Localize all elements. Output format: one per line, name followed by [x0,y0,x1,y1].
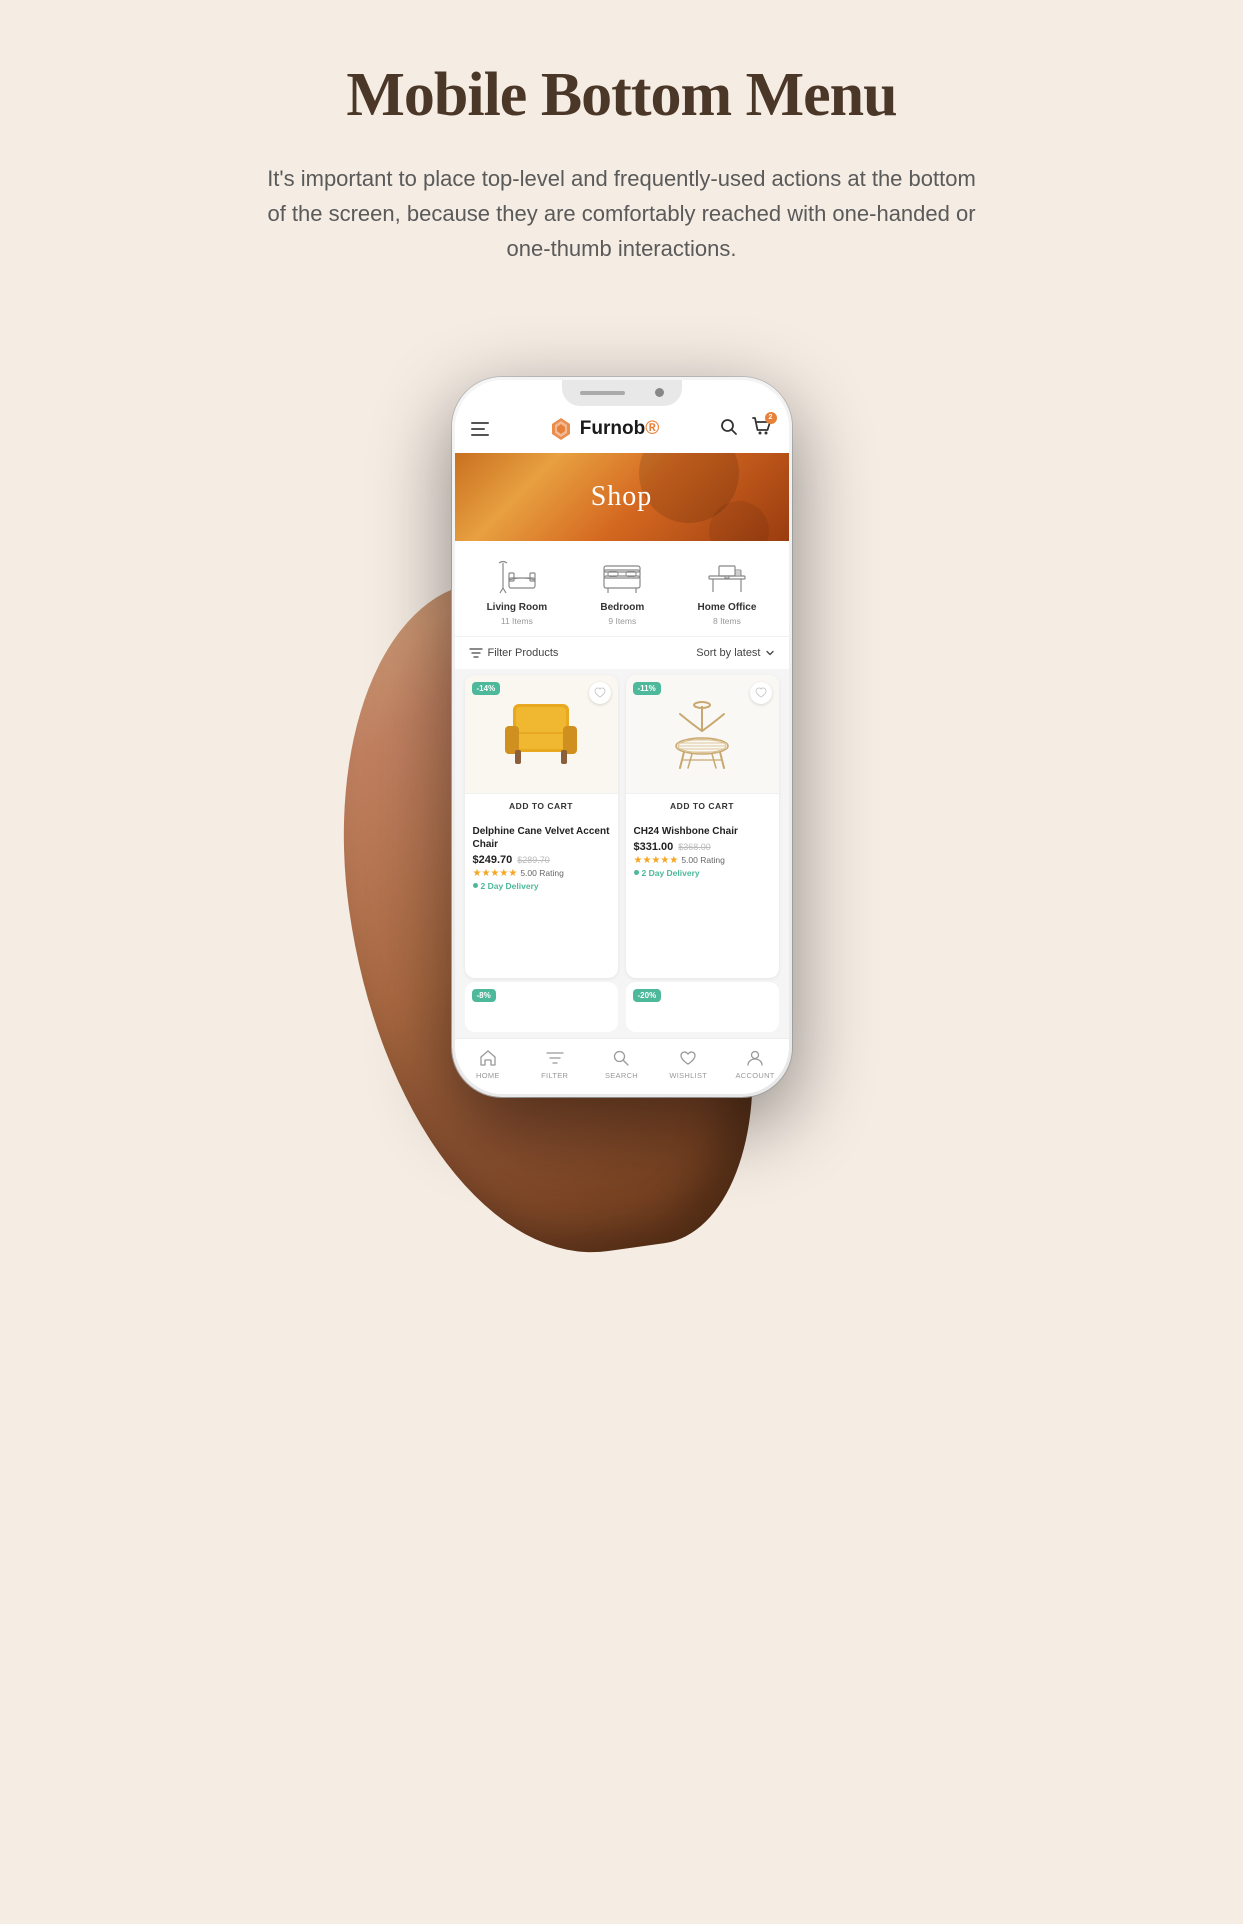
stars-2: ★★★★★ [634,855,679,866]
nav-wishlist[interactable]: WISHLIST [663,1047,713,1080]
category-bedroom[interactable]: Bedroom 9 Items [595,555,649,626]
furnob-logo-icon [548,416,574,442]
product-old-price-2: $368.00 [678,842,711,852]
living-room-icon [490,555,544,599]
page-title: Mobile Bottom Menu [346,60,896,131]
home-office-icon [700,555,754,599]
product-image-2 [662,696,742,771]
discount-badge-1: -14% [472,682,501,695]
phone-speaker [580,391,625,395]
product-card-2: -11% [626,675,779,978]
filter-nav-icon [544,1047,566,1069]
category-living-room[interactable]: Living Room 11 Items [487,555,548,626]
app-logo: Furnob® [548,416,659,442]
nav-search-label: SEARCH [605,1071,638,1080]
nav-account-label: ACCOUNT [735,1071,774,1080]
nav-home-label: HOME [476,1071,500,1080]
account-nav-icon [744,1047,766,1069]
app-name: Furnob® [580,418,659,440]
wishlist-btn-2[interactable] [750,682,772,704]
partial-discount-2: -20% [633,989,662,1002]
delivery-dot-1 [473,883,478,888]
add-to-cart-btn-1[interactable]: ADD TO CART [465,793,618,818]
product-name-2: CH24 Wishbone Chair [634,825,771,838]
home-office-count: 8 Items [713,616,741,626]
home-office-label: Home Office [697,602,756,613]
discount-badge-2: -11% [633,682,661,695]
product-image-1 [501,696,581,771]
shop-banner: Shop [455,453,789,541]
living-room-label: Living Room [487,602,548,613]
nav-wishlist-label: WISHLIST [669,1071,707,1080]
cart-badge: 2 [765,412,777,424]
stars-1: ★★★★★ [473,868,518,879]
phone-device: Furnob® [452,377,792,1097]
product-price-2: $331.00 [634,841,674,853]
heart-icon-2 [755,687,767,699]
chevron-down-icon [765,648,775,658]
nav-account[interactable]: ACCOUNT [730,1047,780,1080]
heart-icon-1 [594,687,606,699]
product-name-1: Delphine Cane Velvet Accent Chair [473,825,610,851]
home-icon [477,1047,499,1069]
cart-icon[interactable]: 2 [751,416,773,443]
page-subtitle: It's important to place top-level and fr… [262,161,982,267]
shop-banner-title: Shop [591,481,653,513]
partial-card-1: -8% [465,982,618,1032]
product-price-1: $249.70 [473,854,513,866]
bedroom-label: Bedroom [600,602,644,613]
filter-label: Filter Products [488,647,559,659]
nav-search[interactable]: SEARCH [596,1047,646,1080]
wishlist-btn-1[interactable] [589,682,611,704]
delivery-tag-2: 2 Day Delivery [642,868,700,878]
phone-camera [655,388,664,397]
product-card-1: -14% [465,675,618,978]
partial-card-2: -20% [626,982,779,1032]
search-icon[interactable] [719,417,739,442]
categories-section: Living Room 11 Items [455,541,789,637]
delivery-dot-2 [634,870,639,875]
sort-dropdown[interactable]: Sort by latest [696,647,774,659]
search-nav-icon [610,1047,632,1069]
bottom-nav: HOME FILTER [455,1038,789,1094]
products-grid: -14% [455,669,789,982]
filter-icon [469,646,483,660]
partial-products-row: -8% -20% [455,982,789,1038]
delivery-tag-1: 2 Day Delivery [481,881,539,891]
rating-label-2: 5.00 Rating [681,855,724,865]
menu-icon[interactable] [471,422,489,436]
nav-home[interactable]: HOME [463,1047,513,1080]
phone-notch [562,380,682,406]
nav-filter[interactable]: FILTER [530,1047,580,1080]
product-old-price-1: $289.70 [517,855,550,865]
category-home-office[interactable]: Home Office 8 Items [697,555,756,626]
bedroom-icon [595,555,649,599]
rating-label-1: 5.00 Rating [520,868,563,878]
add-to-cart-btn-2[interactable]: ADD TO CART [626,793,779,818]
living-room-count: 11 Items [501,616,533,626]
partial-discount-1: -8% [472,989,496,1002]
bedroom-count: 9 Items [608,616,636,626]
nav-filter-label: FILTER [541,1071,568,1080]
wishlist-nav-icon [677,1047,699,1069]
filter-button[interactable]: Filter Products [469,646,559,660]
sort-label: Sort by latest [696,647,760,659]
filter-bar: Filter Products Sort by latest [455,637,789,669]
